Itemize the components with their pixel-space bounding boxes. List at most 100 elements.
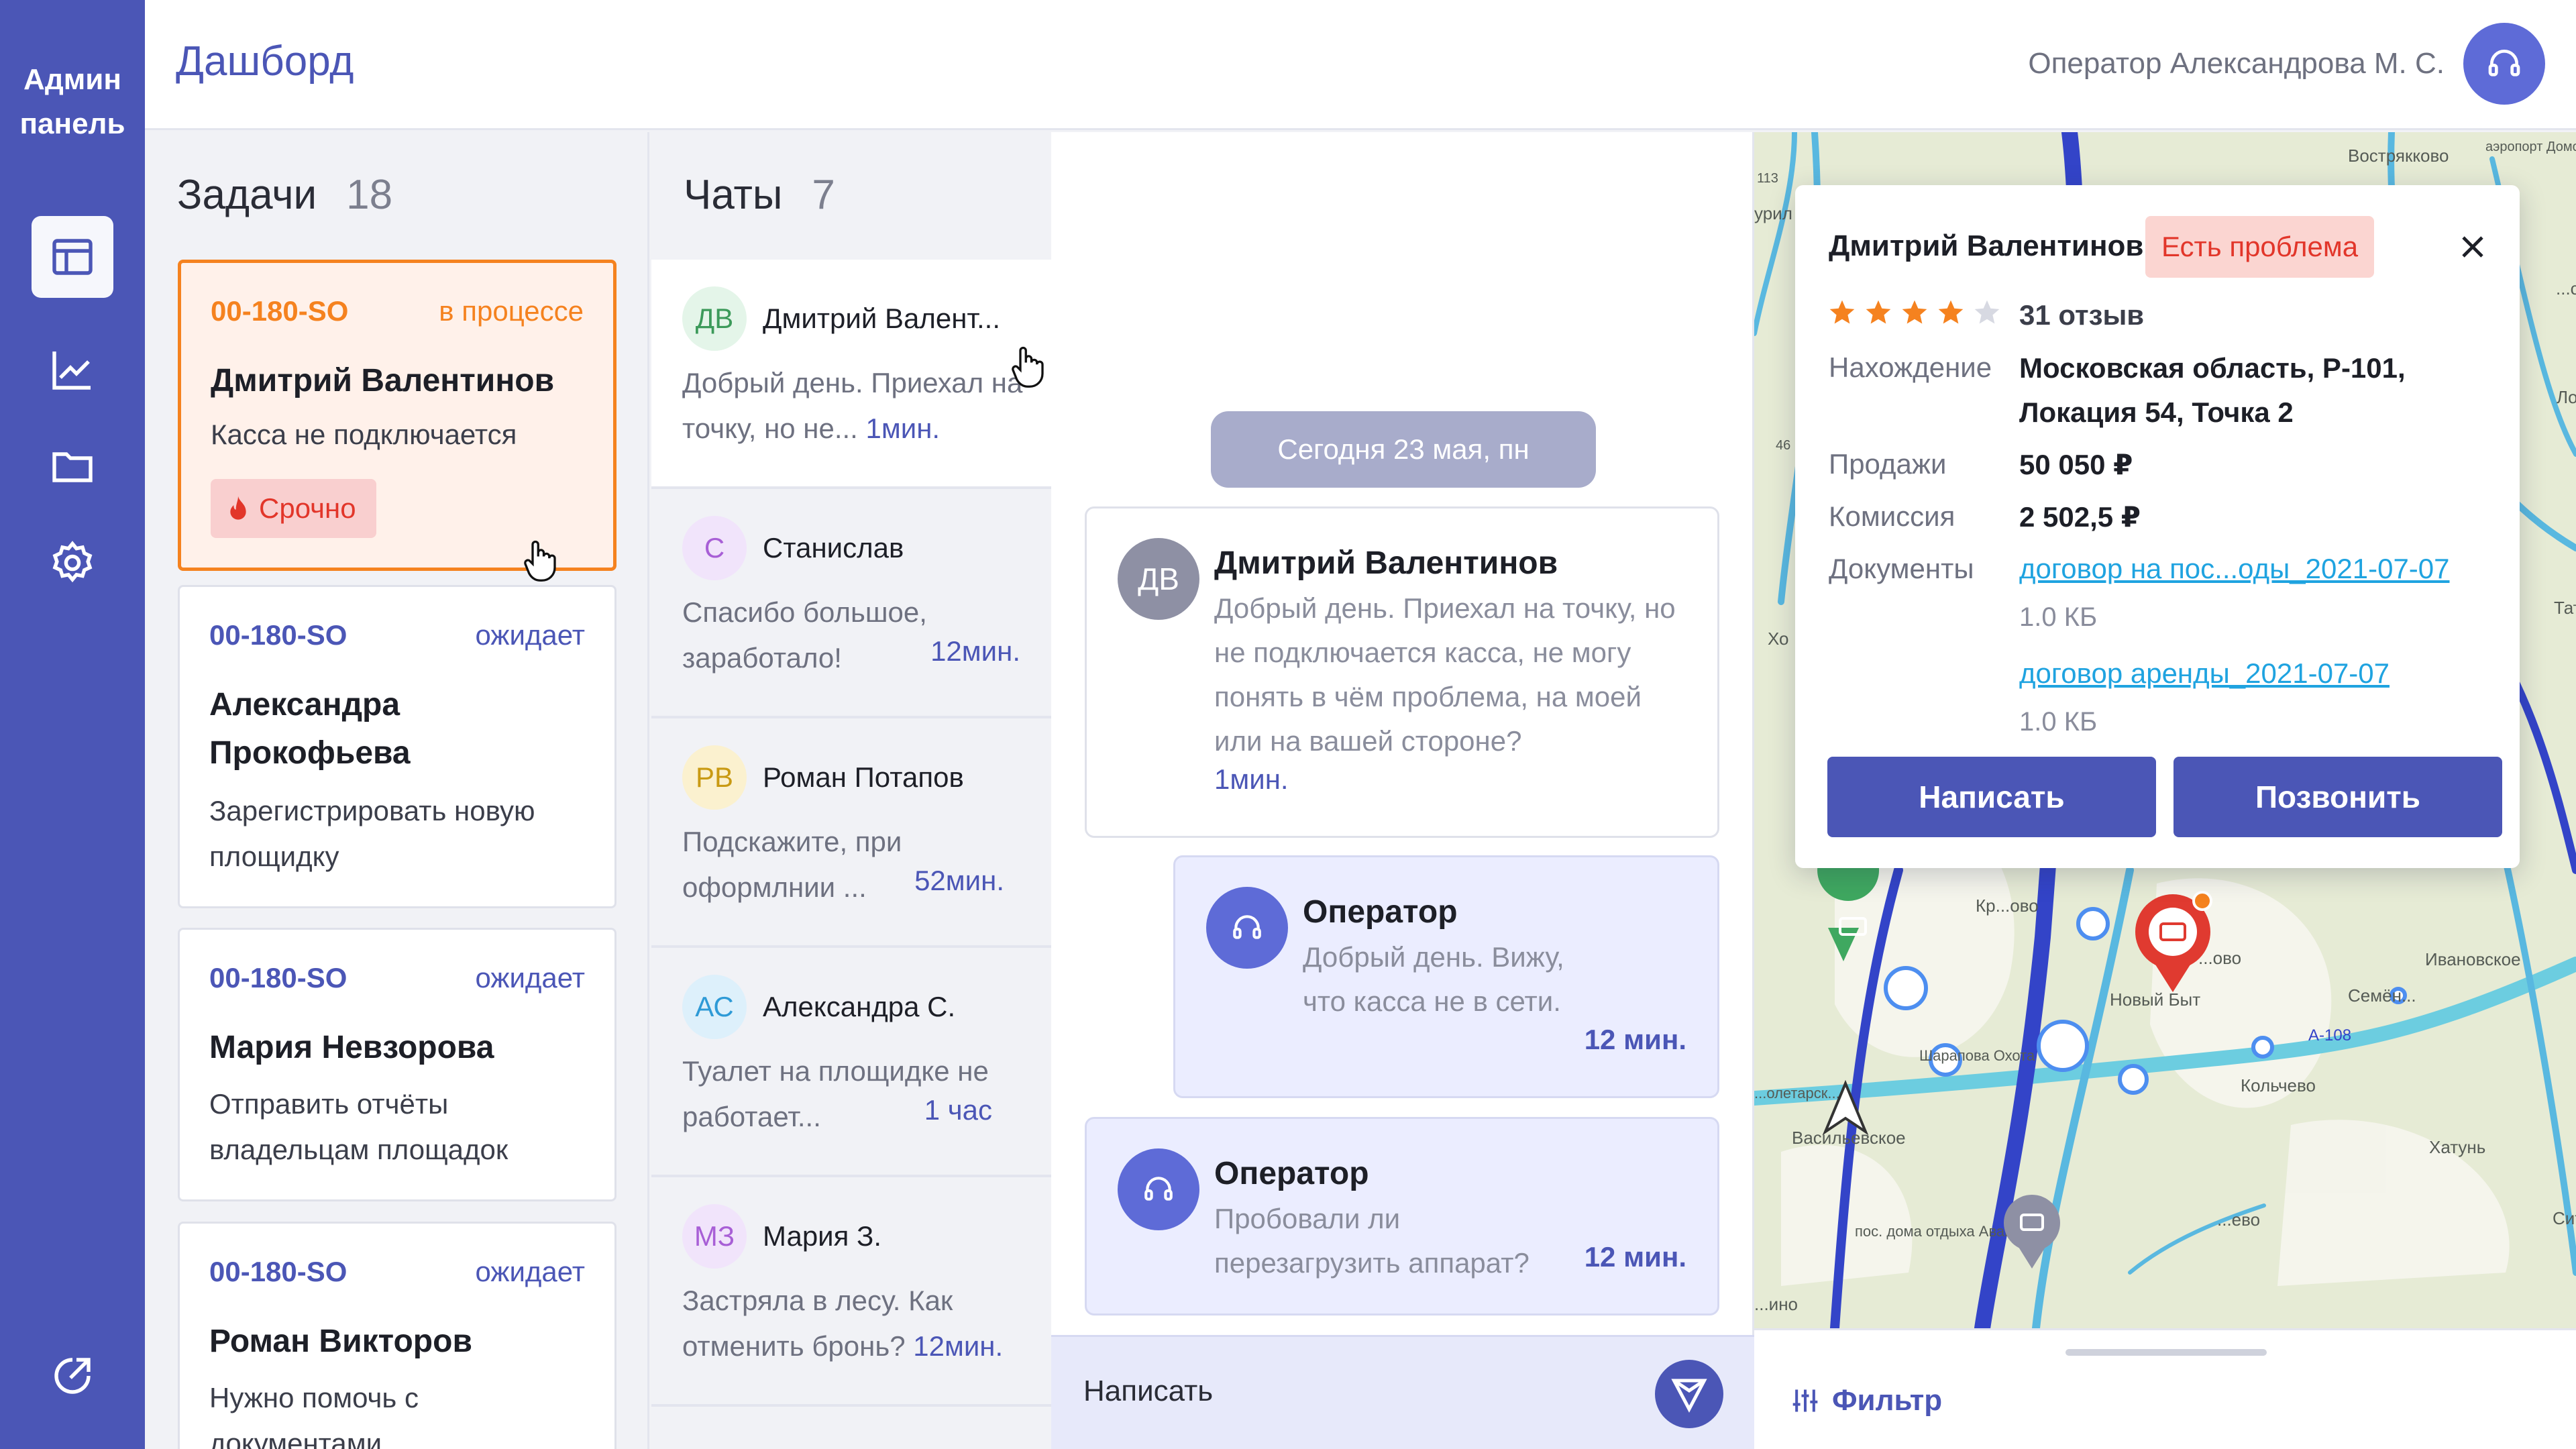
chat-preview: Подскажите, при оформлнии ... bbox=[682, 826, 902, 903]
star-filled-icon bbox=[1829, 300, 1855, 324]
chat-item[interactable]: АС Александра С. Туалет на площидке не р… bbox=[651, 948, 1051, 1177]
chats-header: Чаты 7 bbox=[684, 171, 835, 219]
operator-avatar[interactable] bbox=[2463, 23, 2545, 105]
chat-item[interactable]: МЗ Мария З. Застряла в лесу. Как отменит… bbox=[651, 1177, 1051, 1407]
operator-name: Оператор Александрова М. С. bbox=[2028, 47, 2445, 80]
popup-name: Дмитрий Валентинов bbox=[1829, 229, 2144, 262]
folder-icon bbox=[52, 452, 93, 482]
chat-item[interactable]: С Станислав Спасибо большое, заработало!… bbox=[651, 489, 1051, 718]
sidebar: Админ панель bbox=[0, 0, 145, 1449]
map-label: Ло bbox=[2557, 387, 2576, 407]
task-name: Роман Викторов bbox=[209, 1324, 472, 1359]
chat-name: Александра С. bbox=[763, 991, 956, 1022]
composer-input[interactable]: Написать bbox=[1083, 1375, 1213, 1408]
brand-title: Админ панель bbox=[19, 63, 125, 140]
chats-title: Чаты bbox=[684, 172, 783, 218]
headset-icon bbox=[1144, 1177, 1173, 1201]
nav-files[interactable] bbox=[32, 425, 113, 507]
map-label: Ивановское bbox=[2425, 949, 2521, 969]
chat-name: Роман Потапов bbox=[763, 761, 964, 793]
map-label: ...ево bbox=[2217, 1210, 2260, 1230]
hand-cursor-icon bbox=[524, 540, 556, 582]
chat-avatar: С bbox=[682, 516, 747, 580]
task-card[interactable]: 00-180-SO ожидает Роман Викторов Нужно п… bbox=[178, 1222, 616, 1449]
message-time: 1мин. bbox=[1214, 763, 1289, 795]
filter-button[interactable]: Фильтр bbox=[1790, 1384, 1942, 1417]
problem-badge: Есть проблема bbox=[2145, 216, 2375, 278]
message-composer[interactable]: Написать bbox=[1051, 1335, 1754, 1449]
rating-stars bbox=[1827, 298, 2002, 327]
nav-settings[interactable] bbox=[32, 522, 113, 604]
document-size: 1.0 КБ bbox=[2019, 707, 2098, 737]
conversation-panel: Сегодня 23 мая, пн ДВ Дмитрий Валентинов… bbox=[1051, 132, 1754, 1449]
chat-name: Мария З. bbox=[763, 1220, 882, 1252]
send-button[interactable] bbox=[1655, 1360, 1723, 1428]
chat-time: 52мин. bbox=[914, 865, 1004, 896]
map-label: Хо bbox=[1768, 629, 1789, 649]
tasks-header: Задачи 18 bbox=[177, 171, 392, 219]
chat-preview: Спасибо большое, заработало! bbox=[682, 596, 927, 674]
nav-exit[interactable] bbox=[32, 1335, 113, 1417]
documents-label: Документы bbox=[1829, 553, 1974, 584]
chart-icon bbox=[52, 352, 91, 390]
tasks-count: 18 bbox=[346, 172, 393, 218]
task-id: 00-180-SO bbox=[209, 962, 347, 994]
external-link-icon bbox=[54, 1358, 91, 1394]
chat-time: 1мин. bbox=[865, 413, 941, 444]
chat-preview: Застряла в лесу. Как отменить бронь? 12м… bbox=[682, 1278, 1031, 1369]
nav-analytics[interactable] bbox=[32, 329, 113, 411]
map-label: ...сный bbox=[2556, 278, 2576, 299]
nav-dashboard[interactable] bbox=[32, 216, 113, 298]
star-filled-icon bbox=[1902, 300, 1927, 324]
chat-avatar: АС bbox=[682, 975, 747, 1039]
layout-icon bbox=[52, 239, 93, 275]
close-icon[interactable] bbox=[2457, 231, 2489, 263]
task-card[interactable]: 00-180-SO ожидает Мария Невзорова Отправ… bbox=[178, 928, 616, 1201]
fire-icon bbox=[230, 496, 246, 520]
chat-avatar: МЗ bbox=[682, 1204, 747, 1269]
map-label: аэропорт Домодедово DME bbox=[2485, 140, 2576, 154]
map-label: Новый Быт bbox=[2110, 989, 2200, 1010]
map-label: Кр...ово bbox=[1976, 896, 2039, 916]
message-time: 12 мин. bbox=[1584, 1241, 1686, 1273]
chat-item[interactable]: РВ Роман Потапов Подскажите, при оформлн… bbox=[651, 718, 1051, 948]
sliders-icon bbox=[1792, 1389, 1818, 1412]
chat-preview: Добрый день. Приехал на точку, но не... … bbox=[682, 360, 1031, 451]
message-time: 12 мин. bbox=[1584, 1024, 1686, 1055]
chat-name: Дмитрий Валент... bbox=[763, 303, 1000, 334]
map-filter-bar: Фильтр bbox=[1754, 1328, 2576, 1449]
call-button[interactable]: Позвонить bbox=[2174, 757, 2502, 837]
task-card[interactable]: 00-180-SO в процессе Дмитрий Валентинов … bbox=[178, 260, 616, 571]
task-id: 00-180-SO bbox=[211, 295, 349, 327]
date-separator: Сегодня 23 мая, пн bbox=[1211, 411, 1596, 488]
task-desc: Отправить отчёты владельцам площадок bbox=[209, 1088, 508, 1165]
chat-preview-text: Застряла в лесу. Как отменить бронь? bbox=[682, 1285, 953, 1362]
map-label: 113 bbox=[1757, 171, 1778, 186]
tasks-panel: Задачи 18 00-180-SO в процессе Дмитрий Ва… bbox=[145, 132, 649, 1449]
task-status: ожидает bbox=[475, 962, 585, 994]
location-label: Нахождение bbox=[1829, 352, 1992, 383]
message-text: Пробовали ли перезагрузить аппарат? bbox=[1214, 1203, 1529, 1279]
message-author: Оператор bbox=[1214, 1156, 1369, 1191]
chat-item[interactable]: ДВ Дмитрий Валент... Добрый день. Приеха… bbox=[651, 260, 1051, 489]
drag-handle[interactable] bbox=[2065, 1349, 2267, 1356]
map-label: урил bbox=[1754, 203, 1792, 223]
write-button[interactable]: Написать bbox=[1827, 757, 2156, 837]
document-size: 1.0 КБ bbox=[2019, 602, 2098, 632]
page-title: Дашборд bbox=[176, 38, 354, 85]
document-link[interactable]: договор на пос...оды_2021-07-07 bbox=[2019, 553, 2450, 585]
task-name: Дмитрий Валентинов bbox=[211, 363, 555, 398]
headset-icon bbox=[2488, 50, 2520, 76]
document-link[interactable]: договор аренды_2021-07-07 bbox=[2019, 657, 2390, 690]
message-outgoing: Оператор Пробовали ли перезагрузить аппа… bbox=[1085, 1117, 1719, 1316]
reviews-count: 31 отзыв bbox=[2019, 299, 2145, 331]
map-label: Семён... bbox=[2348, 985, 2416, 1006]
chat-time: 12мин. bbox=[930, 635, 1020, 667]
task-name: Александра Прокофьева bbox=[209, 687, 411, 771]
star-empty-icon bbox=[1974, 300, 2000, 324]
star-filled-icon bbox=[1938, 300, 1964, 324]
task-desc: Зарегистрировать новую площидку bbox=[209, 795, 535, 872]
sales-label: Продажи bbox=[1829, 448, 1947, 480]
chat-avatar: ДВ bbox=[682, 286, 747, 351]
task-card[interactable]: 00-180-SO ожидает Александра Прокофьева … bbox=[178, 585, 616, 908]
